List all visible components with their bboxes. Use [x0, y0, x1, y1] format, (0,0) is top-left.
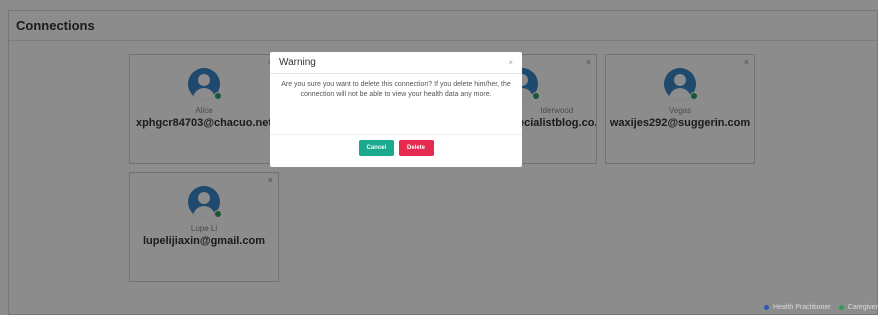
close-icon[interactable]: ×	[508, 58, 513, 67]
delete-button[interactable]: Delete	[398, 140, 434, 156]
legend-dot-health-practitioner	[764, 305, 770, 310]
dialog-title: Warning	[270, 52, 522, 74]
warning-dialog: Warning × Are you sure you want to delet…	[270, 52, 522, 167]
dialog-message: Are you sure you want to delete this con…	[270, 74, 522, 135]
legend-label-health-practitioner: Health Practitioner	[773, 304, 831, 311]
cancel-button[interactable]: Cancel	[358, 140, 394, 156]
dialog-footer: Cancel Delete	[270, 135, 522, 156]
legend-dot-caregiver	[838, 305, 844, 310]
legend-label-caregiver: Caregiver	[847, 304, 878, 311]
legend: Health Practitioner Caregiver	[764, 304, 878, 311]
